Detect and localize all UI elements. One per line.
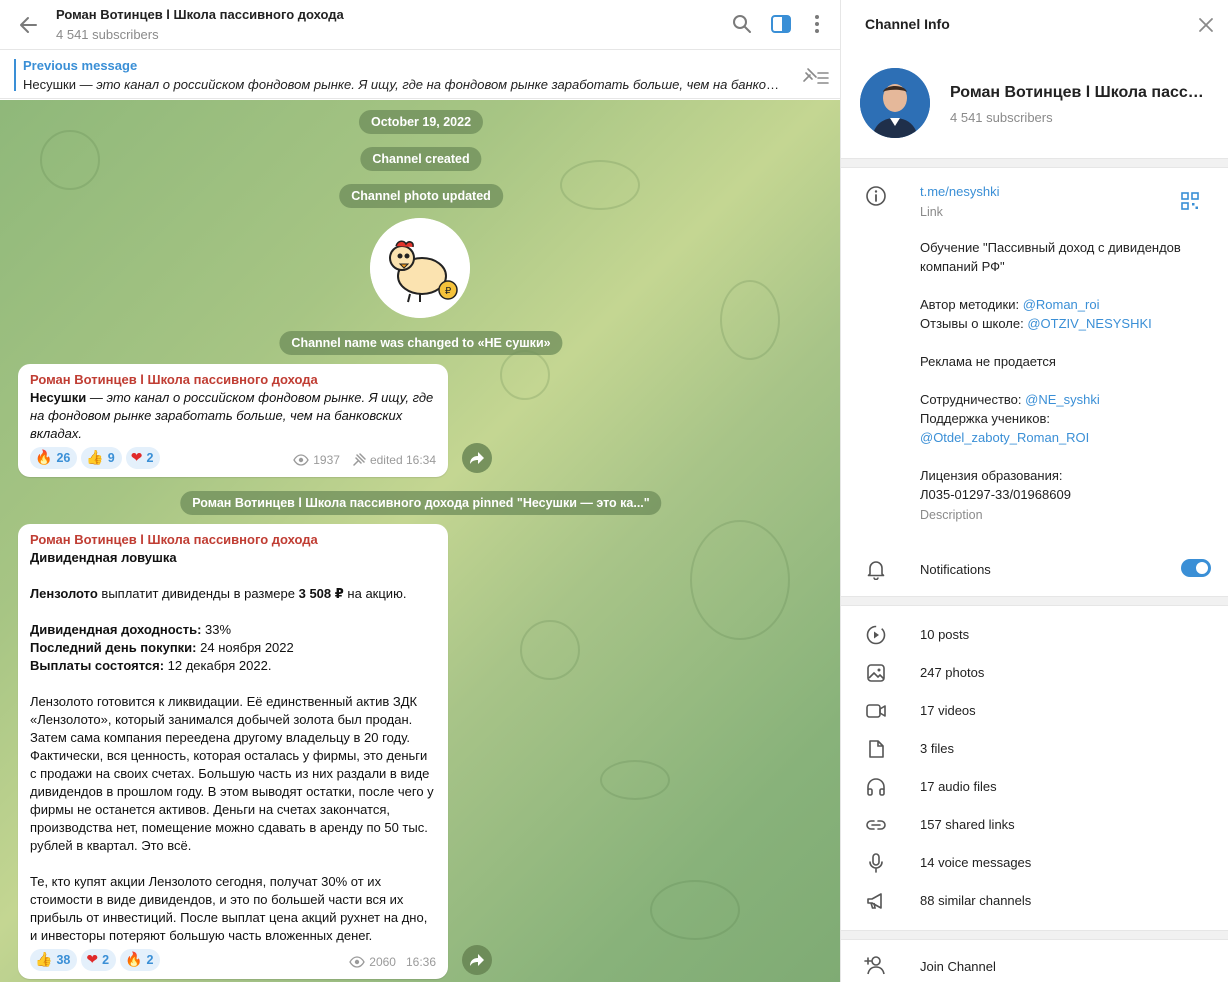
message-author[interactable]: Роман Вотинцев l Школа пассивного дохода	[30, 372, 436, 387]
media-row-audio[interactable]: 17 audio files	[841, 768, 1228, 806]
wallpaper-doodle	[600, 760, 670, 800]
pinned-message-bar[interactable]: Previous message Несушки — это канал о р…	[0, 51, 840, 99]
message-author[interactable]: Роман Вотинцев l Школа пассивного дохода	[30, 532, 436, 547]
media-row-files[interactable]: 3 files	[841, 730, 1228, 768]
message-time: edited 16:34	[369, 453, 436, 467]
channel-info-panel: Channel Info Роман Вотинцев l Школа пасс…	[840, 0, 1228, 982]
wallpaper-doodle	[520, 620, 580, 680]
service-message-renamed: Channel name was changed to «НЕ сушки»	[279, 331, 563, 355]
media-row-links[interactable]: 157 shared links	[841, 806, 1228, 844]
panel-title: Channel Info	[865, 16, 950, 32]
photos-icon	[867, 664, 885, 682]
pinned-label: Previous message	[23, 58, 138, 73]
reviews-link[interactable]: @OTZIV_NESYSHKI	[1027, 316, 1151, 331]
files-icon	[869, 740, 884, 758]
channel-avatar[interactable]	[860, 68, 930, 138]
voice-icon	[869, 853, 883, 873]
section-separator	[841, 158, 1228, 168]
channel-subscribers: 4 541 subscribers	[950, 110, 1053, 125]
description-caption: Description	[920, 508, 983, 522]
chat-subscribers: 4 541 subscribers	[56, 27, 159, 42]
channel-name: Роман Вотинцев l Школа пассивного дохода	[950, 84, 1212, 101]
reaction-fire[interactable]: 🔥 2	[120, 949, 161, 971]
wallpaper-doodle	[40, 130, 100, 190]
avatar-portrait	[860, 68, 930, 138]
media-row-photos[interactable]: 247 photos	[841, 654, 1228, 692]
info-icon	[866, 186, 886, 206]
more-icon[interactable]	[805, 12, 829, 36]
section-separator	[841, 596, 1228, 606]
chat-title[interactable]: Роман Вотинцев l Школа пассивного дохода	[56, 7, 344, 22]
views-eye-icon	[349, 956, 366, 968]
wallpaper-doodle	[560, 160, 640, 210]
media-row-voice[interactable]: 14 voice messages	[841, 844, 1228, 882]
add-user-icon	[864, 956, 885, 975]
author-link[interactable]: @Roman_roi	[1023, 297, 1100, 312]
audio-icon	[867, 778, 885, 796]
pinned-text: Несушки — это канал о российском фондово…	[23, 77, 785, 92]
channel-description: Обучение "Пассивный доход с дивидендов к…	[920, 240, 1181, 502]
qr-code-icon[interactable]	[1181, 192, 1199, 210]
media-row-posts[interactable]: 10 posts	[841, 616, 1228, 654]
posts-icon	[866, 625, 886, 645]
channel-link[interactable]: t.me/nesyshki	[920, 184, 999, 199]
pinned-icon	[353, 453, 366, 466]
message-text: Несушки — это канал о российском фондово…	[30, 390, 434, 441]
media-row-videos[interactable]: 17 videos	[841, 692, 1228, 730]
share-forward-icon[interactable]	[462, 945, 492, 975]
share-forward-icon[interactable]	[462, 443, 492, 473]
close-icon[interactable]	[1195, 14, 1217, 36]
wallpaper-doodle	[500, 350, 550, 400]
pinned-accent-line	[14, 59, 16, 91]
chat-header: Роман Вотинцев l Школа пассивного дохода…	[0, 0, 840, 50]
message-footer: 🔥 26 👍 9 ❤ 2 1937 edited 16:34	[30, 447, 436, 477]
reaction-thumbs-up[interactable]: 👍 9	[81, 447, 122, 469]
message-time: 16:36	[405, 955, 436, 969]
wallpaper-doodle	[720, 280, 780, 360]
views-count: 1937	[313, 453, 340, 467]
reaction-thumbs-up[interactable]: 👍 38	[30, 949, 78, 971]
chat-area: Роман Вотинцев l Школа пассивного дохода…	[0, 0, 840, 982]
videos-icon	[866, 704, 886, 718]
notifications-label: Notifications	[920, 562, 991, 577]
wallpaper-doodle	[690, 520, 790, 640]
join-channel-button[interactable]: Join Channel	[841, 950, 1228, 982]
date-separator: October 19, 2022	[358, 110, 484, 134]
support-link[interactable]: @Otdel_zaboty_Roman_ROI	[920, 430, 1089, 445]
search-icon[interactable]	[730, 12, 754, 36]
reaction-fire[interactable]: 🔥 26	[30, 447, 78, 469]
reaction-heart[interactable]: ❤ 2	[125, 447, 161, 469]
cooperation-link[interactable]: @NE_syshki	[1025, 392, 1100, 407]
media-row-similar[interactable]: 88 similar channels	[841, 882, 1228, 920]
service-message-created: Channel created	[360, 147, 482, 171]
pinned-list-icon[interactable]	[800, 65, 830, 87]
sidebar-toggle-icon[interactable]	[769, 12, 793, 36]
link-caption: Link	[920, 205, 943, 219]
message-footer: 👍 38 ❤ 2 🔥 2 2060 16:36	[30, 949, 436, 979]
views-eye-icon	[293, 454, 309, 466]
message-text: Дивидендная ловушка Лензолото выплатит д…	[30, 550, 434, 943]
message-bubble[interactable]: Роман Вотинцев l Школа пассивного дохода…	[18, 364, 448, 477]
channel-photo-chicken[interactable]: ₽	[370, 218, 470, 318]
link-icon	[866, 820, 886, 830]
wallpaper-doodle	[650, 880, 740, 940]
megaphone-icon	[867, 893, 882, 909]
service-message-photo: Channel photo updated	[339, 184, 503, 208]
reaction-heart[interactable]: ❤ 2	[81, 949, 117, 971]
notifications-toggle[interactable]	[1181, 559, 1211, 577]
message-bubble[interactable]: Роман Вотинцев l Школа пассивного дохода…	[18, 524, 448, 979]
bell-icon	[867, 561, 885, 580]
svg-text:₽: ₽	[445, 286, 452, 297]
service-message-pinned[interactable]: Роман Вотинцев l Школа пассивного дохода…	[180, 491, 662, 515]
section-separator	[841, 930, 1228, 940]
views-count: 2060	[369, 955, 396, 969]
back-arrow-icon[interactable]	[16, 12, 42, 38]
message-meta: 1937 edited 16:34	[293, 453, 436, 467]
message-meta: 2060 16:36	[349, 955, 436, 969]
